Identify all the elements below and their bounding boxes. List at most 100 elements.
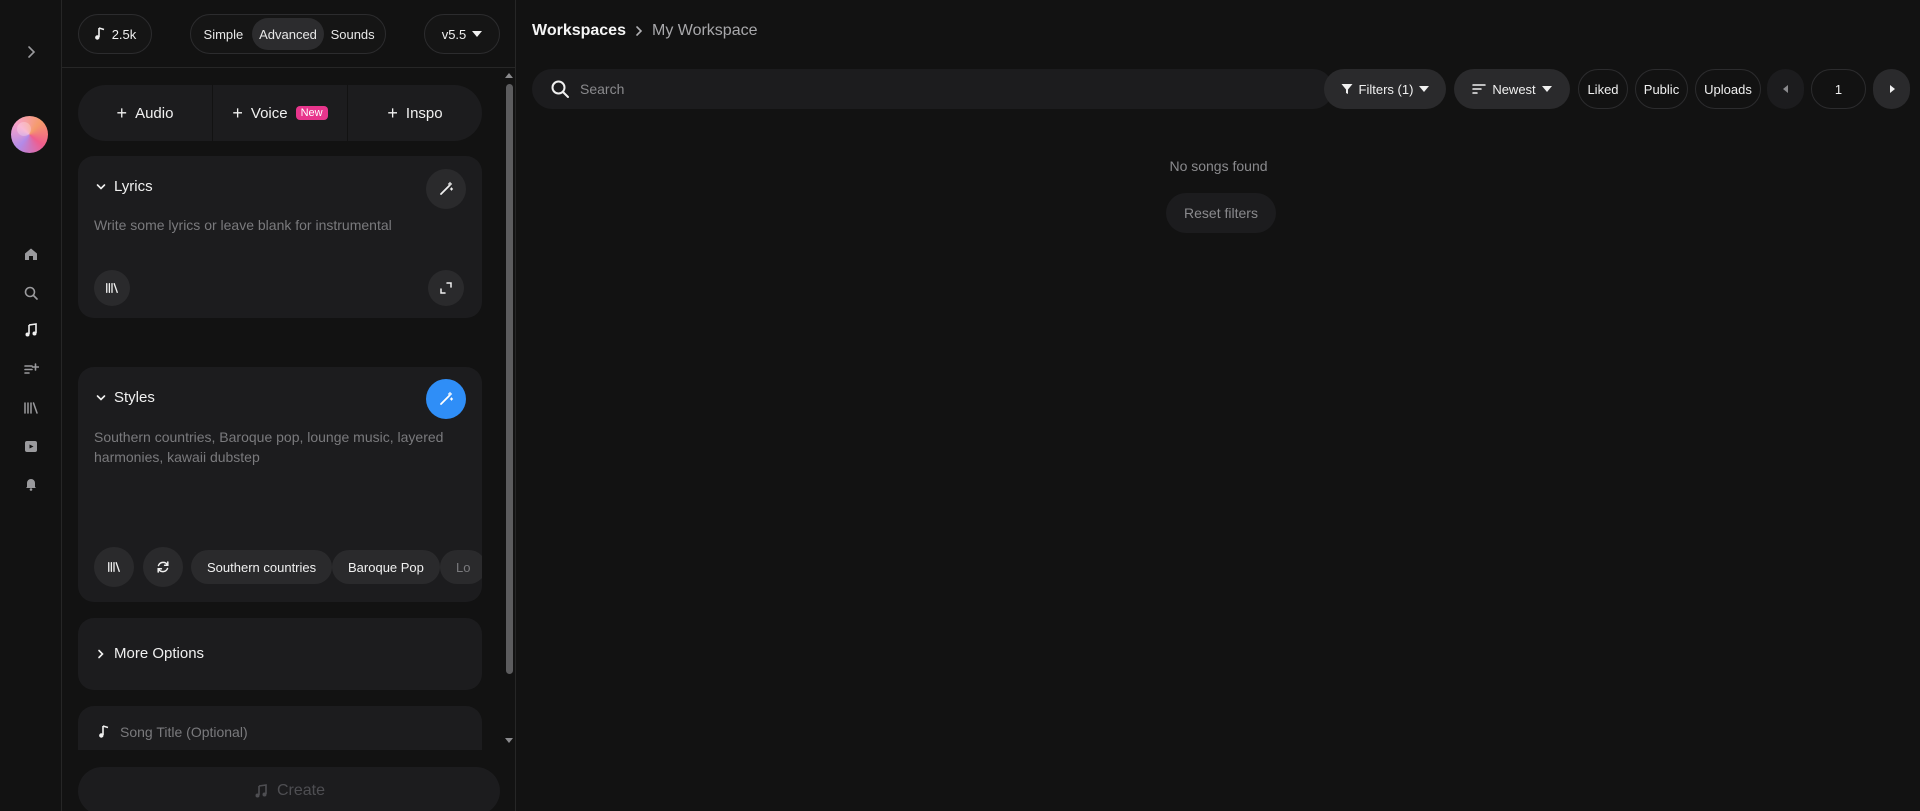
more-options-toggle[interactable]: More Options xyxy=(96,645,204,662)
expand-icon xyxy=(440,282,452,294)
search-input[interactable] xyxy=(580,81,1280,97)
styles-library-button[interactable] xyxy=(94,547,134,587)
styles-magic-wand-button[interactable] xyxy=(426,379,466,419)
magic-wand-icon xyxy=(440,391,454,405)
styles-title: Styles xyxy=(114,389,155,406)
version-label: v5.5 xyxy=(441,26,467,42)
style-chip[interactable]: Lo xyxy=(440,550,482,584)
bell-icon[interactable] xyxy=(19,472,43,496)
song-title-field[interactable]: Song Title (Optional) xyxy=(98,724,248,740)
search-icon xyxy=(551,80,569,98)
chevron-down-icon xyxy=(96,394,106,401)
lyrics-title: Lyrics xyxy=(114,178,153,195)
lyrics-library-button[interactable] xyxy=(94,270,130,306)
avatar[interactable] xyxy=(11,116,48,153)
breadcrumb-current: My Workspace xyxy=(651,22,758,39)
styles-placeholder-line: Southern countries, Baroque pop, lounge … xyxy=(94,429,444,445)
page-number[interactable]: 1 xyxy=(1811,69,1866,109)
add-inspo-label: Inspo xyxy=(405,104,443,122)
create-button[interactable]: Create xyxy=(78,767,500,811)
song-title-card: Song Title (Optional) xyxy=(78,706,482,750)
empty-state-message: No songs found xyxy=(1169,158,1268,174)
liked-filter-button[interactable]: Liked xyxy=(1578,69,1628,109)
add-inspo-button[interactable]: + Inspo xyxy=(348,85,482,141)
lyrics-toggle[interactable]: Lyrics xyxy=(96,178,153,195)
magic-wand-button[interactable] xyxy=(426,169,466,209)
style-chip[interactable]: Southern countries xyxy=(191,550,333,584)
plus-icon: + xyxy=(232,103,243,123)
add-audio-button[interactable]: + Audio xyxy=(78,85,212,141)
prev-page-button[interactable] xyxy=(1767,69,1804,109)
styles-card: Styles Southern countries, Baroque pop, … xyxy=(78,367,482,602)
lyrics-card: Lyrics Write some lyrics or leave blank … xyxy=(78,156,482,318)
plus-icon: + xyxy=(387,103,398,123)
breadcrumb: Workspaces My Workspace xyxy=(532,22,758,40)
playlist-add-icon[interactable] xyxy=(19,357,43,381)
caret-right-icon xyxy=(1889,85,1895,93)
add-source-row: + Audio + Voice New + Inspo xyxy=(78,85,482,141)
sort-label: Newest xyxy=(1492,81,1536,97)
uploads-filter-button[interactable]: Uploads xyxy=(1695,69,1761,109)
next-page-button[interactable] xyxy=(1873,69,1910,109)
library-icon xyxy=(106,282,118,294)
create-form-scroll[interactable]: + Audio + Voice New + Inspo Lyrics Write… xyxy=(62,68,502,750)
version-select[interactable]: v5.5 xyxy=(424,14,500,54)
expand-button[interactable] xyxy=(428,270,464,306)
credits-count: 2.5k xyxy=(111,26,137,42)
chevron-down-icon xyxy=(96,183,106,190)
lyrics-input[interactable]: Write some lyrics or leave blank for ins… xyxy=(94,215,464,235)
magic-wand-icon xyxy=(440,181,454,195)
styles-toggle[interactable]: Styles xyxy=(96,389,155,406)
breadcrumb-root[interactable]: Workspaces xyxy=(532,22,626,40)
reset-filters-button[interactable]: Reset filters xyxy=(1166,193,1276,233)
workspace-main: Workspaces My Workspace Filters (1) Newe… xyxy=(517,0,1920,811)
scroll-up-arrow-icon[interactable] xyxy=(502,70,516,80)
chevron-right-icon xyxy=(98,649,104,658)
scroll-down-arrow-icon[interactable] xyxy=(502,736,516,746)
caret-down-icon xyxy=(472,31,483,37)
music-note-icon[interactable] xyxy=(19,318,43,342)
caret-left-icon xyxy=(1782,85,1788,93)
create-label: Create xyxy=(276,782,326,799)
mode-switcher: Simple Advanced Sounds xyxy=(190,14,386,54)
more-options-card[interactable]: More Options xyxy=(78,618,482,690)
plus-icon: + xyxy=(116,103,128,123)
styles-placeholder-line: harmonies, kawaii dubstep xyxy=(94,449,260,465)
filters-button[interactable]: Filters (1) xyxy=(1324,69,1446,109)
video-icon[interactable] xyxy=(19,434,43,458)
chevron-right-icon[interactable] xyxy=(19,40,43,64)
refresh-icon xyxy=(157,561,169,573)
new-badge: New xyxy=(295,106,328,120)
mode-simple[interactable]: Simple xyxy=(195,18,252,50)
filters-label: Filters (1) xyxy=(1358,81,1414,97)
music-note-icon xyxy=(255,784,267,798)
home-icon[interactable] xyxy=(19,242,43,266)
credits-button[interactable]: 2.5k xyxy=(78,14,152,54)
scrollbar[interactable] xyxy=(502,68,516,750)
library-icon xyxy=(108,561,120,573)
more-options-label: More Options xyxy=(114,645,205,662)
add-voice-button[interactable]: + Voice New xyxy=(213,85,347,141)
mode-sounds[interactable]: Sounds xyxy=(324,18,381,50)
style-chip[interactable]: Baroque Pop xyxy=(332,550,440,584)
scroll-thumb[interactable] xyxy=(506,84,513,674)
caret-down-icon xyxy=(1541,86,1552,92)
sort-icon xyxy=(1472,84,1487,94)
public-filter-button[interactable]: Public xyxy=(1635,69,1688,109)
sort-button[interactable]: Newest xyxy=(1454,69,1570,109)
chevron-right-icon xyxy=(636,26,643,36)
create-panel: 2.5k Simple Advanced Sounds v5.5 + Audio… xyxy=(62,0,516,811)
music-note-icon xyxy=(99,725,109,738)
add-audio-label: Audio xyxy=(135,104,174,122)
library-icon[interactable] xyxy=(19,396,43,420)
search-bar[interactable] xyxy=(532,69,1333,109)
mode-advanced[interactable]: Advanced xyxy=(251,18,325,50)
left-rail xyxy=(0,0,62,811)
song-title-placeholder: Song Title (Optional) xyxy=(120,724,248,740)
shuffle-styles-button[interactable] xyxy=(143,547,183,587)
search-icon[interactable] xyxy=(19,281,43,305)
filter-icon xyxy=(1341,84,1353,94)
caret-down-icon xyxy=(1419,86,1430,92)
add-voice-label: Voice xyxy=(250,104,288,122)
styles-input[interactable]: Southern countries, Baroque pop, lounge … xyxy=(94,427,464,467)
